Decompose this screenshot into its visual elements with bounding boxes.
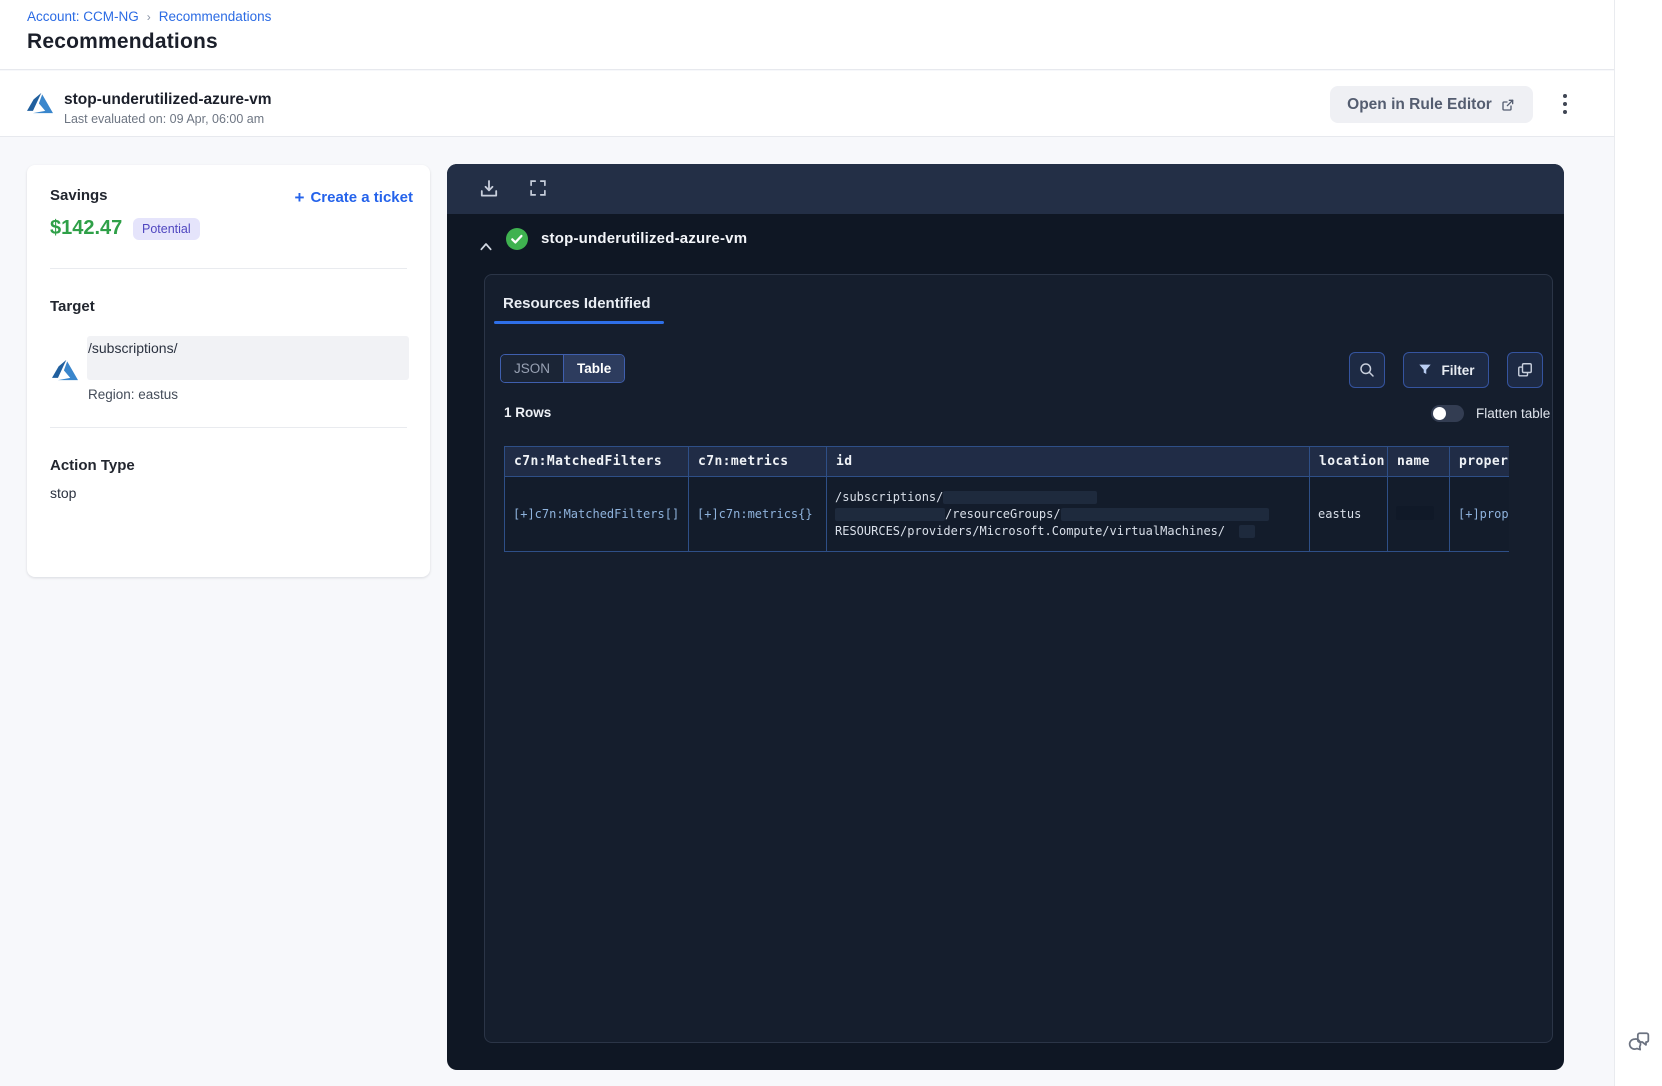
breadcrumb-recommendations-link[interactable]: Recommendations xyxy=(159,9,272,24)
right-rail xyxy=(1614,0,1662,1086)
breadcrumb-separator-icon: › xyxy=(146,9,151,24)
resources-table-wrap: c7n:MatchedFilters c7n:metrics id locati… xyxy=(504,446,1509,552)
plus-icon: + xyxy=(294,187,305,207)
azure-icon xyxy=(27,90,53,116)
metrics-expander[interactable]: [+]c7n:metrics{} xyxy=(697,507,813,521)
search-button[interactable] xyxy=(1349,352,1385,388)
redacted-text xyxy=(943,490,1098,504)
potential-badge: Potential xyxy=(133,218,200,240)
breadcrumb: Account: CCM-NG › Recommendations xyxy=(27,9,271,24)
view-toggle-table[interactable]: Table xyxy=(563,355,625,382)
page-title: Recommendations xyxy=(27,30,218,53)
flatten-table-label: Flatten table xyxy=(1476,406,1551,421)
col-id: id xyxy=(826,446,1310,477)
create-ticket-label: Create a ticket xyxy=(310,189,413,206)
target-region: Region: eastus xyxy=(88,387,179,402)
redacted-text xyxy=(1396,505,1434,520)
check-circle-icon xyxy=(505,227,529,251)
create-ticket-link[interactable]: + Create a ticket xyxy=(294,187,414,207)
matched-filters-expander[interactable]: [+]c7n:MatchedFilters[] xyxy=(513,507,679,521)
result-rule-name: stop-underutilized-azure-vm xyxy=(541,230,748,247)
rule-last-evaluated: Last evaluated on: 09 Apr, 06:00 am xyxy=(64,112,265,126)
redacted-text xyxy=(1060,507,1269,521)
fullscreen-icon[interactable] xyxy=(527,177,551,201)
resources-identified-panel: Resources Identified JSON Table Filter 1… xyxy=(484,274,1553,1043)
cell-id: /subscriptions/ /resourceGroups/ RESOURC… xyxy=(826,476,1310,552)
top-bar: Account: CCM-NG › Recommendations Recomm… xyxy=(0,0,1614,70)
target-path: /subscriptions/ xyxy=(88,340,178,356)
toggle-knob xyxy=(1433,407,1446,420)
search-icon xyxy=(1357,360,1377,380)
target-label: Target xyxy=(50,298,95,315)
id-line1: /subscriptions/ xyxy=(835,489,944,504)
table-header-row: c7n:MatchedFilters c7n:metrics id locati… xyxy=(504,446,1509,477)
chevron-up-icon[interactable] xyxy=(475,238,497,254)
table-row: [+]c7n:MatchedFilters[] [+]c7n:metrics{}… xyxy=(504,476,1509,552)
cell-name xyxy=(1387,476,1450,552)
action-type-label: Action Type xyxy=(50,457,135,474)
flatten-table-control: Flatten table xyxy=(1431,405,1550,422)
col-matched-filters: c7n:MatchedFilters xyxy=(504,446,689,477)
cell-metrics: [+]c7n:metrics{} xyxy=(688,476,827,552)
open-in-rule-editor-button[interactable]: Open in Rule Editor xyxy=(1330,86,1533,123)
redacted-text xyxy=(1239,524,1256,538)
tab-resources-identified[interactable]: Resources Identified xyxy=(503,295,651,312)
external-link-icon xyxy=(1500,97,1516,113)
cell-matched-filters: [+]c7n:MatchedFilters[] xyxy=(504,476,689,552)
view-toggle: JSON Table xyxy=(500,354,626,383)
redacted-text xyxy=(835,507,945,521)
location-value: eastus xyxy=(1318,507,1362,521)
recommendations-page: Account: CCM-NG › Recommendations Recomm… xyxy=(0,0,1662,1086)
col-properties: propert xyxy=(1449,446,1509,477)
copy-icon xyxy=(1515,360,1535,380)
savings-label: Savings xyxy=(50,187,108,204)
results-panel: stop-underutilized-azure-vm Resources Id… xyxy=(447,164,1564,1070)
properties-expander[interactable]: [+]prop xyxy=(1458,507,1509,521)
chat-bubble-icon[interactable] xyxy=(1625,1028,1653,1056)
savings-card: Savings + Create a ticket $142.47 Potent… xyxy=(27,165,430,577)
flatten-table-toggle[interactable] xyxy=(1431,405,1464,422)
rule-result-row: stop-underutilized-azure-vm xyxy=(447,214,1564,274)
id-line3: RESOURCES/providers/Microsoft.Compute/vi… xyxy=(835,523,1226,538)
rule-name: stop-underutilized-azure-vm xyxy=(64,91,272,108)
resources-table: c7n:MatchedFilters c7n:metrics id locati… xyxy=(504,446,1509,552)
filter-icon xyxy=(1417,362,1433,378)
cell-properties: [+]prop xyxy=(1449,476,1509,552)
copy-button[interactable] xyxy=(1507,352,1543,388)
id-line2: /resourceGroups/ xyxy=(945,506,1061,521)
breadcrumb-account-link[interactable]: Account: CCM-NG xyxy=(27,9,139,24)
action-type-value: stop xyxy=(50,485,77,501)
col-name: name xyxy=(1387,446,1450,477)
col-metrics: c7n:metrics xyxy=(688,446,827,477)
col-location: location xyxy=(1309,446,1388,477)
savings-amount: $142.47 xyxy=(50,217,123,239)
cell-location: eastus xyxy=(1309,476,1388,552)
azure-icon xyxy=(52,357,78,383)
view-toggle-json[interactable]: JSON xyxy=(501,355,564,382)
rows-count: 1 Rows xyxy=(504,405,552,420)
rule-header: stop-underutilized-azure-vm Last evaluat… xyxy=(0,71,1614,137)
results-toolbar xyxy=(447,164,1564,214)
open-in-rule-editor-label: Open in Rule Editor xyxy=(1347,95,1492,113)
filter-button[interactable]: Filter xyxy=(1403,352,1489,388)
tab-active-underline xyxy=(494,321,664,324)
kebab-menu-icon[interactable] xyxy=(1556,89,1574,119)
filter-label: Filter xyxy=(1441,362,1475,378)
download-icon[interactable] xyxy=(477,177,501,201)
